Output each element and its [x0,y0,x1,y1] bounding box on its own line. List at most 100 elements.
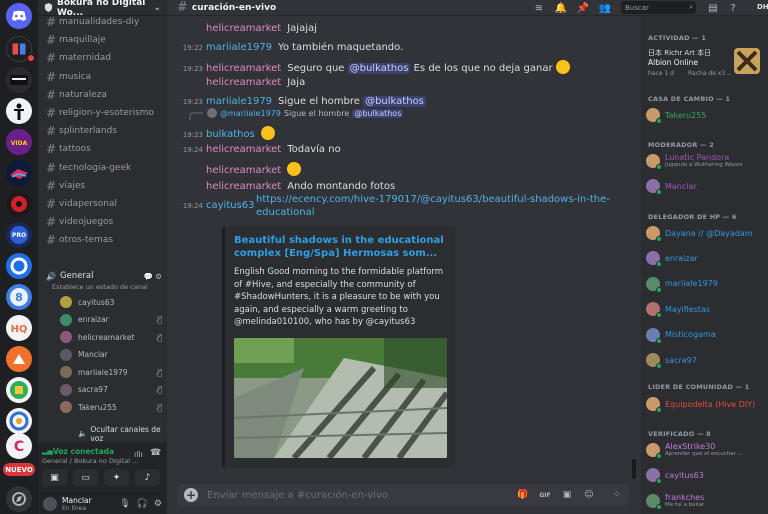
embed-title[interactable]: Beautiful shadows in the educational com… [234,234,446,260]
channel-item[interactable]: # naturaleza [46,87,162,103]
member-item[interactable]: sacra97 [646,350,766,370]
message-author[interactable]: bulkathos [206,129,255,140]
member-item[interactable]: Dayana // @Dayadam [646,223,766,243]
threads-icon[interactable]: ≋ [533,2,545,14]
laughing-emoji-icon[interactable] [260,126,275,140]
message-composer[interactable]: + Enviar mensaje a #curación-en-vivo 🎁 G… [177,484,629,506]
member-item[interactable]: frankches Me fui a bailar [646,491,766,511]
channel-item[interactable]: # viajes [46,178,162,194]
reply-preview[interactable]: @mariiale1979 Sigue el hombre @bulkathos [189,106,404,120]
server-icon-2[interactable] [6,67,32,93]
channel-item[interactable]: # tecnologia-geek [46,160,162,176]
channel-item[interactable]: # otros-temas [46,232,162,248]
channel-item[interactable]: # vidapersonal [46,196,162,212]
camera-button[interactable]: ▣ [42,469,67,486]
inbox-icon[interactable]: ▤ [707,2,719,14]
server-icon-11[interactable] [6,346,32,372]
server-icon-8[interactable] [6,253,32,279]
pin-icon[interactable]: 📌 [577,2,589,14]
channel-item[interactable]: # splinterlands [46,123,162,139]
sticker-icon[interactable]: ▣ [561,489,573,501]
signal-icon[interactable]: ▂▄ [42,447,53,455]
message-author[interactable]: helicreamarket [206,144,281,155]
member-item[interactable]: Misticogama [646,325,766,345]
activity-card[interactable]: 日本 Richr Art 本日 Albion Online hace 1 d R… [646,46,764,86]
voice-channel-actions-icon[interactable]: 💬 ⚙ [144,272,162,281]
message-author[interactable]: helicreamarket [206,63,281,74]
server-icon-7[interactable]: PRO [6,222,32,248]
channel-item[interactable]: # maternidad [46,50,162,66]
hide-voice-channels-button[interactable]: 🔈 Ocultar canales de voz [78,425,168,443]
member-item[interactable]: Manclar [646,176,766,196]
user-mention[interactable]: @bulkathos [347,63,411,74]
member-item[interactable]: AlexStrike30 Aprender que el escuchar ... [646,440,766,460]
screen-share-button[interactable]: ▭ [73,469,98,486]
message-author[interactable]: helicreamarket [206,165,281,176]
channel-item[interactable]: # religion-y-esoterismo [46,105,162,121]
member-list-icon[interactable]: 👥 [599,2,611,14]
voice-user[interactable]: enraizar 🎙̸ [60,312,162,328]
server-icon-12[interactable] [6,377,32,403]
voice-connected-subtitle[interactable]: General / Bokura no Digital ... [42,457,138,465]
member-item[interactable]: mariiale1979 [646,274,766,294]
disconnect-icon[interactable]: ☎ [150,448,161,458]
headphones-icon[interactable]: 🎧 [137,499,148,509]
help-icon[interactable]: ? [727,2,739,14]
status-dot [656,478,662,485]
laughing-emoji-icon[interactable] [555,60,570,74]
attach-plus-icon[interactable]: + [184,488,198,502]
message-author[interactable]: mariiale1979 [206,42,272,53]
channel-item[interactable]: # musica [46,69,162,85]
member-item[interactable]: Lunatic Pandora Jugando a Wuthering Waves [646,151,766,171]
voice-channel-status[interactable]: Establece un estado de canal [52,283,148,291]
emoji-icon[interactable]: ☺ [583,489,595,501]
member-item[interactable]: enraizar [646,248,766,268]
channel-item[interactable]: # tattoos [46,141,162,157]
explore-servers-icon[interactable] [6,486,32,512]
search-input[interactable]: Buscar ⌕ [621,1,696,14]
voice-user[interactable]: mariiale1979 🎙̸ [60,364,162,380]
activities-button[interactable]: ✦ [104,469,129,486]
server-header[interactable]: Bokura no Digital Wo... ⌄ [38,0,167,18]
channel-item[interactable]: # videojuegos [46,214,162,230]
apps-icon[interactable]: ⁘ [611,489,623,501]
discord-home-icon[interactable] [6,3,32,29]
laughing-emoji-icon[interactable] [287,162,302,176]
gift-icon[interactable]: 🎁 [517,489,529,501]
voice-user[interactable]: cayitus63 [60,294,162,310]
notification-bell-icon[interactable]: 🔔 [555,2,567,14]
server-icon-4[interactable]: VIDA [6,129,32,155]
server-icon-3[interactable] [6,98,32,124]
embed-image[interactable] [234,338,447,458]
member-item[interactable]: cayitus63 [646,465,766,485]
member-item[interactable]: Mayifiestas [646,299,766,319]
voice-user[interactable]: helicreamarket 🎙̸ [60,329,162,345]
message-author[interactable]: cayitus63 [206,200,255,211]
reply-author[interactable]: @mariiale1979 [220,109,281,118]
member-item[interactable]: Equipodelta (Hive DIY) [646,394,766,414]
voice-user[interactable]: Manclar [60,347,162,363]
message-author[interactable]: helicreamarket [206,23,281,34]
server-icon-14[interactable]: C [6,433,32,459]
message-author[interactable]: helicreamarket [206,181,281,192]
noise-suppression-icon[interactable]: ıllı [134,450,143,459]
server-icon-13[interactable] [6,408,32,434]
chat-scrollbar[interactable] [632,459,636,479]
server-icon-6[interactable] [6,191,32,217]
server-icon-9[interactable]: 8 [6,284,32,310]
message-author[interactable]: helicreamarket [206,77,281,88]
microphone-icon[interactable]: 🎙 [119,499,130,509]
voice-user[interactable]: sacra97 🎙̸ [60,382,162,398]
server-icon-10[interactable]: HQ [6,315,32,341]
channel-item[interactable]: # maquillaje [46,32,162,48]
reply-mention[interactable]: @bulkathos [352,108,404,118]
settings-gear-icon[interactable]: ⚙ [154,499,162,509]
gif-icon[interactable]: GIF [539,489,551,501]
voice-channel-general[interactable]: 🔊 General 💬 ⚙ [46,271,162,281]
member-item[interactable]: Takeru255 [646,105,766,125]
server-icon-5[interactable] [6,160,32,186]
soundboard-button[interactable]: ♪ [135,469,160,486]
avatar[interactable] [43,497,57,511]
voice-user[interactable]: Takeru255 🎙̸ [60,399,162,415]
message-link[interactable]: https://ecency.com/hive-179017/@cayitus6… [256,193,616,219]
